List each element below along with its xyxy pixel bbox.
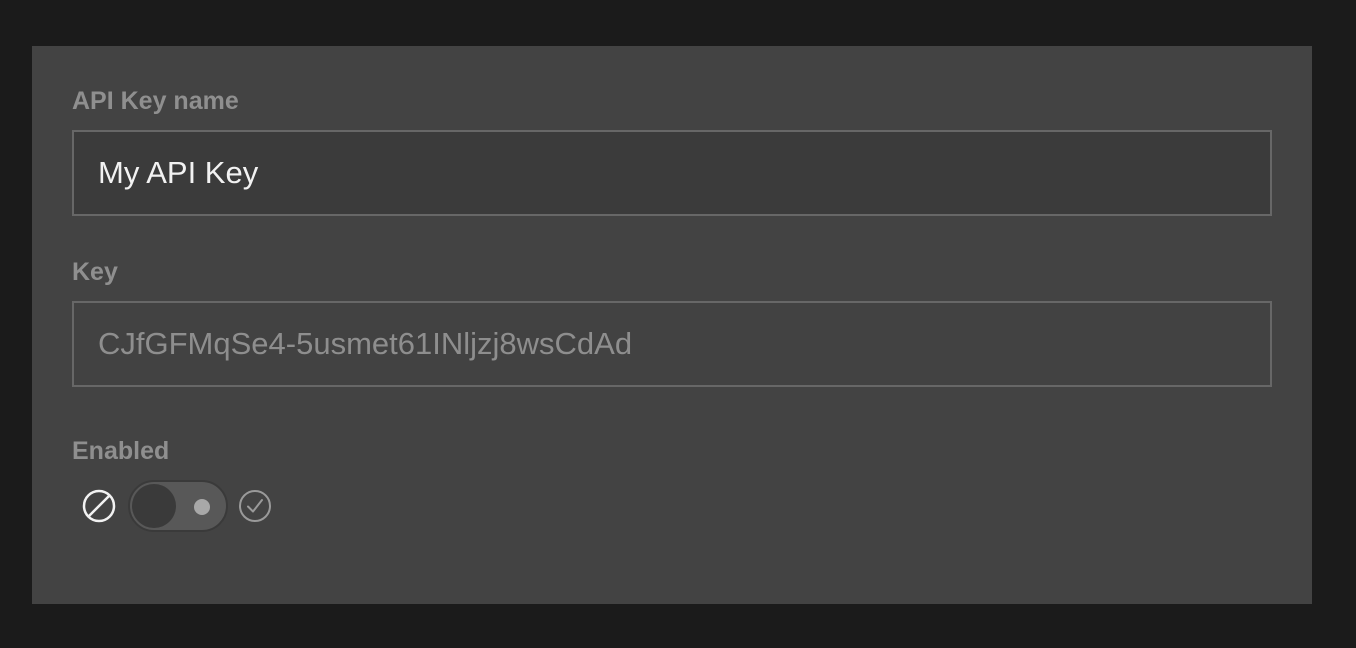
enabled-label: Enabled: [72, 437, 170, 465]
enabled-toggle-group: [82, 480, 282, 532]
enabled-toggle-switch[interactable]: [128, 480, 228, 532]
disabled-circle-slash-icon: [82, 489, 116, 523]
api-key-form-panel: API Key name Key Enabled: [32, 46, 1312, 604]
key-label: Key: [72, 258, 118, 286]
checkmark-circle-icon: [238, 489, 272, 523]
api-key-name-label: API Key name: [72, 87, 239, 115]
toggle-knob: [132, 484, 176, 528]
toggle-indicator-dot: [194, 499, 210, 515]
api-key-name-input[interactable]: [72, 130, 1272, 216]
key-value-field[interactable]: [72, 301, 1272, 387]
